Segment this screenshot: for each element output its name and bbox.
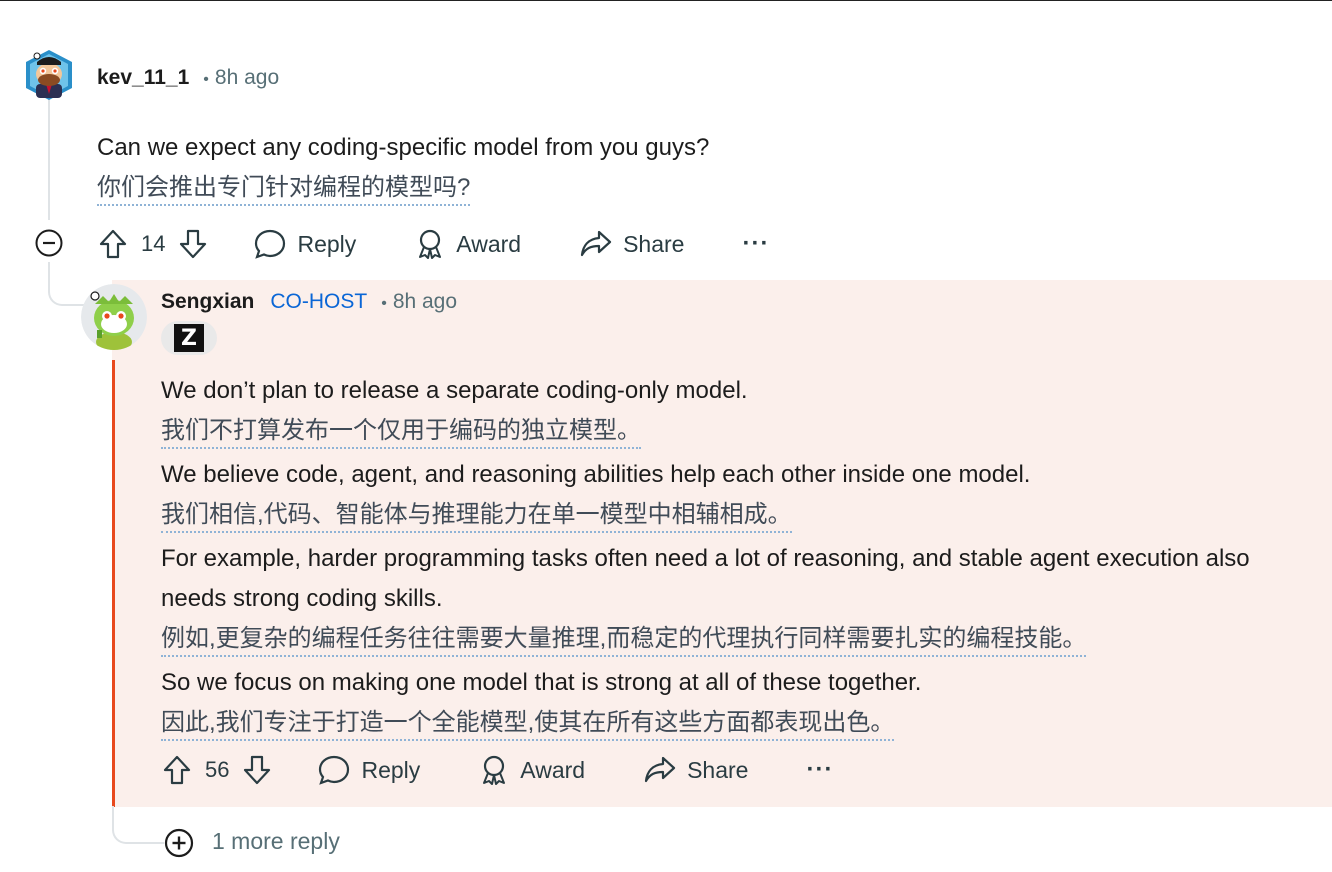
- more-options-button[interactable]: ···: [742, 230, 769, 258]
- award-icon: [483, 755, 506, 785]
- more-replies-link[interactable]: 1 more reply: [212, 828, 340, 855]
- thread-connector: [112, 806, 164, 844]
- downvote-icon[interactable]: [241, 754, 273, 786]
- vote-control: 56: [161, 754, 273, 786]
- speech-bubble-icon: [319, 755, 350, 785]
- reply-translation[interactable]: 我们不打算发布一个仅用于编码的独立模型。: [161, 415, 641, 449]
- user-flair: Z: [161, 321, 217, 355]
- minus-circle-icon: [35, 229, 63, 257]
- reply-label: Reply: [361, 756, 421, 783]
- comment-text-en: Can we expect any coding-specific model …: [97, 134, 710, 161]
- comment-header: kev_11_1 • 8h ago: [97, 66, 279, 90]
- share-label: Share: [623, 230, 685, 257]
- vote-control: 14: [97, 228, 209, 260]
- award-label: Award: [520, 756, 586, 783]
- comment-action-bar: 14 Reply Award Share ···: [97, 224, 769, 264]
- reply-body: We don’t plan to release a separate codi…: [161, 371, 1291, 747]
- reply-action-bar: 56 Reply Award Share ···: [161, 750, 833, 790]
- thread-line[interactable]: [48, 94, 50, 220]
- reply-label: Reply: [297, 230, 357, 257]
- thread-connector: [48, 262, 84, 306]
- reply-translation[interactable]: 因此,我们专注于打造一个全能模型,使其在所有这些方面都表现出色。: [161, 707, 895, 741]
- vote-count: 56: [205, 757, 230, 782]
- timestamp[interactable]: 8h ago: [215, 66, 279, 90]
- avatar[interactable]: [81, 284, 147, 350]
- reply-text-en: We don’t plan to release a separate codi…: [161, 377, 748, 404]
- username[interactable]: kev_11_1: [97, 66, 189, 90]
- share-arrow-icon: [580, 230, 612, 257]
- highlight-accent-bar: [112, 360, 115, 807]
- reply-button[interactable]: Reply: [253, 228, 356, 260]
- award-label: Award: [456, 230, 522, 257]
- award-button[interactable]: Award: [414, 228, 521, 260]
- more-options-button[interactable]: ···: [806, 756, 833, 784]
- reply-text-en: So we focus on making one model that is …: [161, 669, 922, 696]
- vote-count: 14: [141, 231, 166, 256]
- comment-body: Can we expect any coding-specific model …: [97, 128, 709, 212]
- separator-dot: •: [381, 295, 387, 312]
- reply-text-en: For example, harder programming tasks of…: [161, 545, 1250, 612]
- username[interactable]: Sengxian: [161, 290, 254, 314]
- reply-header: Sengxian CO-HOST • 8h ago: [161, 290, 457, 314]
- timestamp[interactable]: 8h ago: [393, 290, 457, 314]
- avatar[interactable]: [22, 48, 76, 102]
- reply-translation[interactable]: 例如,更复杂的编程任务往往需要大量推理,而稳定的代理执行同样需要扎实的编程技能。: [161, 623, 1087, 657]
- reply-button[interactable]: Reply: [317, 754, 420, 786]
- share-button[interactable]: Share: [579, 229, 684, 259]
- upvote-icon[interactable]: [97, 228, 129, 260]
- downvote-icon[interactable]: [177, 228, 209, 260]
- expand-replies-button[interactable]: [163, 827, 195, 859]
- separator-dot: •: [203, 71, 209, 88]
- collapse-thread-button[interactable]: [34, 228, 64, 258]
- share-label: Share: [687, 756, 749, 783]
- comment-translation[interactable]: 你们会推出专门针对编程的模型吗?: [97, 172, 471, 206]
- plus-circle-icon: [164, 828, 194, 858]
- upvote-icon[interactable]: [161, 754, 193, 786]
- flair-logo: Z: [174, 324, 204, 352]
- speech-bubble-icon: [255, 229, 286, 259]
- award-button[interactable]: Award: [478, 754, 585, 786]
- top-border: [0, 0, 1332, 1]
- share-button[interactable]: Share: [643, 755, 748, 785]
- share-arrow-icon: [644, 756, 676, 783]
- award-icon: [419, 229, 442, 259]
- co-host-badge: CO-HOST: [270, 290, 368, 313]
- reply-text-en: We believe code, agent, and reasoning ab…: [161, 461, 1031, 488]
- reply-translation[interactable]: 我们相信,代码、智能体与推理能力在单一模型中相辅相成。: [161, 499, 792, 533]
